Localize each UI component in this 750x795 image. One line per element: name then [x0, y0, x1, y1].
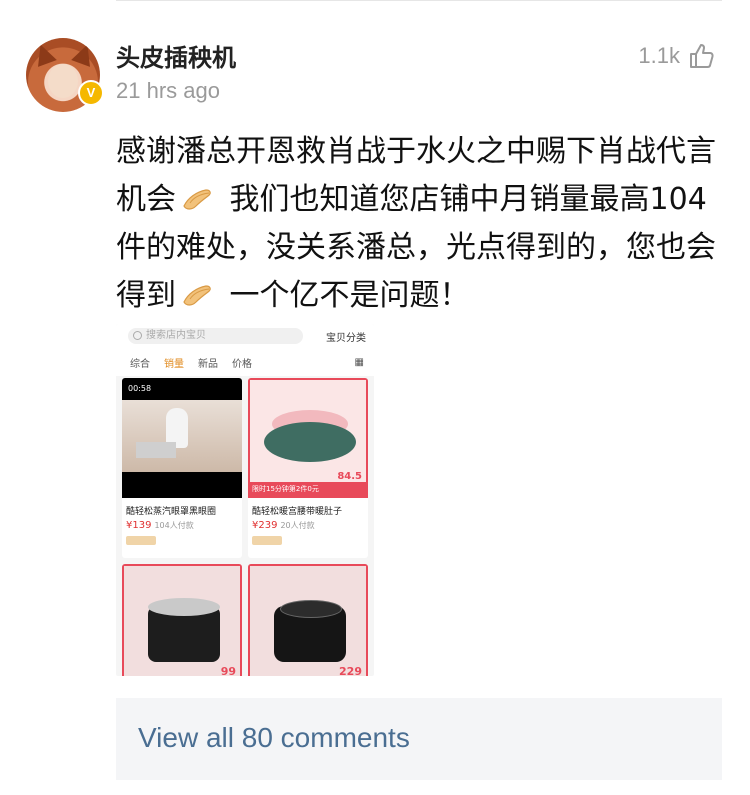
- product-image: 00:58: [122, 378, 242, 498]
- product-card: 84.5 限时15分钟第2件0元 酷轻松暖宫腰带暖肚子 ¥239 20人付款: [248, 378, 368, 558]
- product-laptop: [136, 442, 176, 458]
- price-value: ¥139: [126, 520, 152, 531]
- product-card: 99: [122, 564, 242, 676]
- promo-banner: 限时15分钟第2件0元: [250, 482, 368, 496]
- product-title: 酷轻松蒸汽眼罩黑眼圈: [126, 507, 217, 517]
- product-price: ¥239 20人付款: [252, 520, 315, 531]
- avatar-face: [48, 64, 78, 98]
- video-duration: 00:58: [128, 384, 152, 393]
- grid-view-icon: ▦: [354, 356, 364, 368]
- folded-hands-emoji: [183, 285, 211, 306]
- product-tag: [252, 536, 282, 545]
- price-value: ¥239: [252, 520, 278, 531]
- avatar-ear-left: [31, 41, 57, 67]
- verified-badge-icon: V: [78, 80, 104, 106]
- like-count: 1.1k: [638, 43, 680, 68]
- product-image: 229: [248, 564, 368, 676]
- attached-image[interactable]: 搜索店内宝贝 宝贝分类 综合 销量 新品 价格 ▦ 00:58 酷轻松蒸汽眼罩黑…: [116, 324, 374, 676]
- shop-search-bar: 搜索店内宝贝 宝贝分类: [116, 324, 374, 348]
- product-belt: [264, 422, 356, 462]
- product-title: 酷轻松暖宫腰带暖肚子: [252, 507, 343, 517]
- promo-price: 84.5: [337, 471, 362, 482]
- avatar-ear-right: [71, 41, 97, 67]
- promo-price: 229: [339, 665, 362, 676]
- post-timestamp: 21 hrs ago: [116, 78, 220, 103]
- product-price: ¥139 104人付款: [126, 520, 194, 531]
- shop-tab-active: 销量: [164, 358, 184, 370]
- like-button[interactable]: 1.1k: [638, 42, 716, 70]
- product-card: 229: [248, 564, 368, 676]
- product-card: 00:58 酷轻松蒸汽眼罩黑眼圈 ¥139 104人付款: [122, 378, 242, 558]
- post-text-part-3: 一个亿不是问题！: [220, 278, 470, 313]
- shop-sort-tabs: 综合 销量 新品 价格 ▦: [116, 348, 374, 376]
- username[interactable]: 头皮插秧机: [116, 38, 236, 73]
- shop-search-input: 搜索店内宝贝: [128, 328, 303, 344]
- product-image: 84.5 限时15分钟第2件0元: [248, 378, 368, 498]
- product-device: [148, 598, 220, 662]
- top-divider: [116, 0, 722, 1]
- shop-tab: 价格: [232, 358, 252, 370]
- view-all-comments-label: View all 80 comments: [138, 722, 410, 753]
- thumbs-up-icon: [690, 44, 714, 68]
- post-body: 感谢潘总开恩救肖战于水火之中赐下肖战代言机会 我们也知道您店铺中月销量最高104…: [116, 128, 716, 320]
- shop-tab: 综合: [130, 358, 150, 370]
- folded-hands-emoji: [183, 189, 211, 210]
- paid-count: 20人付款: [280, 521, 315, 530]
- product-device: [274, 600, 346, 662]
- shop-tab: 新品: [198, 358, 218, 370]
- shop-category-label: 宝贝分类: [326, 333, 366, 344]
- paid-count: 104人付款: [154, 521, 194, 530]
- product-tag: [126, 536, 156, 545]
- promo-price: 99: [220, 665, 236, 676]
- view-all-comments-button[interactable]: View all 80 comments: [116, 698, 722, 780]
- product-image: 99: [122, 564, 242, 676]
